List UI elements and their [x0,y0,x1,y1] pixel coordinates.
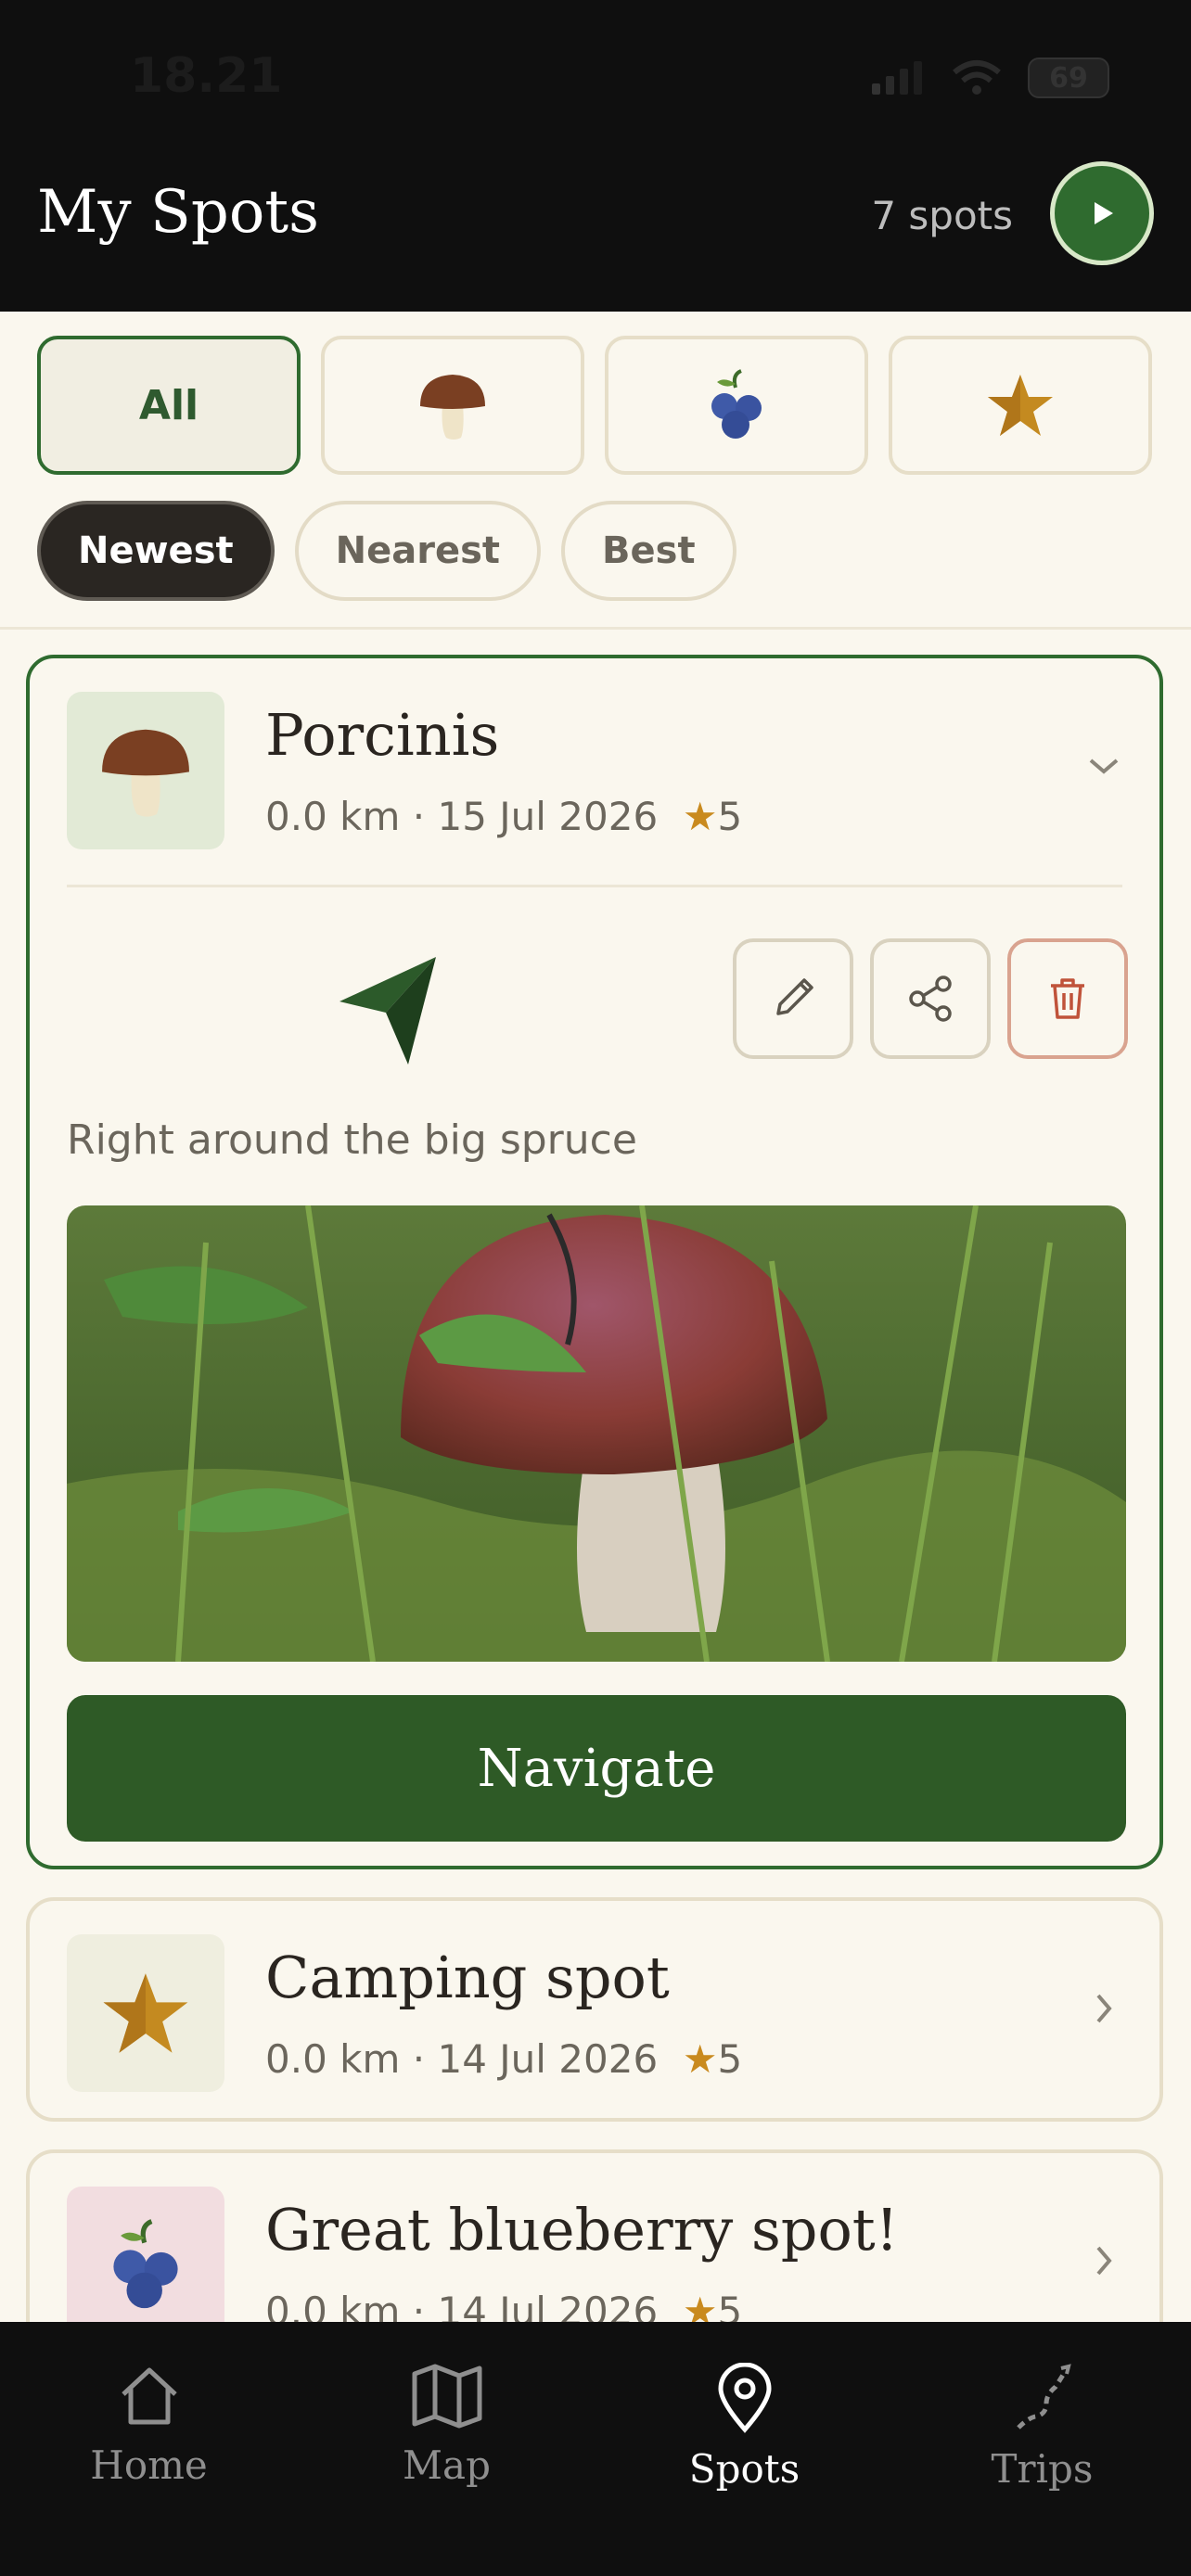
trail-icon [1016,2364,1071,2429]
spot-card-camping[interactable]: Camping spot 0.0 km · 14 Jul 2026 ★5 [26,1897,1163,2122]
card-separator [67,885,1122,887]
spot-meta: 0.0 km · 14 Jul 2026 ★5 [265,2036,742,2082]
divider [0,627,1191,630]
chevron-right-icon[interactable] [1085,2242,1122,2279]
tab-trips-label: Trips [991,2446,1094,2492]
tab-trips[interactable]: Trips [893,2322,1191,2576]
battery-indicator: 69 [1028,57,1109,98]
page-title: My Spots [37,178,319,247]
blueberry-icon [113,2219,178,2309]
filter-all[interactable]: All [37,336,301,475]
bottom-tab-bar: Home Map Spots Trips [0,2322,1191,2576]
spot-meta: 0.0 km · 15 Jul 2026 ★5 [265,794,742,839]
spot-rating: 5 [717,794,743,839]
sort-nearest[interactable]: Nearest [294,501,542,601]
star-icon [988,375,1053,436]
spot-count: 7 spots [871,193,1013,238]
tab-home-label: Home [90,2442,208,2488]
filter-all-label: All [138,381,199,429]
meta-separator: · [412,794,426,839]
spot-date: 14 Jul 2026 [437,2036,659,2082]
play-button[interactable] [1050,161,1154,265]
filter-blueberry[interactable] [605,336,868,475]
spot-title: Porcinis [265,701,500,769]
mushroom-icon [420,375,485,440]
chevron-down-icon[interactable] [1085,747,1122,784]
signal-icon [872,61,922,95]
share-icon [909,976,952,1022]
category-filters: All [37,336,1152,475]
spot-card-porcinis[interactable]: Porcinis 0.0 km · 15 Jul 2026 ★5 Right a… [26,655,1163,1869]
map-icon [412,2364,481,2429]
navigate-button[interactable]: Navigate [67,1695,1126,1842]
trash-icon [1051,978,1084,1019]
tab-map-label: Map [403,2442,491,2488]
spot-date: 15 Jul 2026 [437,794,659,839]
spot-thumbnail [67,692,224,849]
rating-star-icon: ★ [682,794,718,839]
wifi-icon [953,60,1001,95]
spot-thumbnail [67,2187,224,2344]
edit-button[interactable] [733,938,853,1059]
home-icon [121,2367,177,2425]
filter-star[interactable] [889,336,1152,475]
mushroom-icon [102,729,189,817]
sort-newest[interactable]: Newest [37,501,275,601]
spot-photo[interactable] [67,1205,1126,1662]
blueberry-icon [711,369,762,439]
spot-note: Right around the big spruce [67,1116,637,1164]
sort-best[interactable]: Best [561,501,736,601]
meta-separator: · [412,2036,426,2082]
rating-star-icon: ★ [682,2036,718,2082]
tab-map[interactable]: Map [298,2322,596,2576]
delete-button[interactable] [1007,938,1128,1059]
status-icons: 69 [870,57,1109,98]
pin-icon [717,2363,772,2433]
pencil-icon [776,978,813,1015]
play-icon [1095,202,1113,224]
star-icon [103,1973,188,2053]
spot-title: Great blueberry spot! [265,2196,899,2264]
spot-rating: 5 [717,2036,743,2082]
tab-home[interactable]: Home [0,2322,298,2576]
filter-mushroom[interactable] [321,336,584,475]
spot-distance: 0.0 km [265,794,401,839]
sort-options: Newest Nearest Best [37,501,736,601]
spot-title: Camping spot [265,1944,670,2011]
chevron-right-icon[interactable] [1085,1990,1122,2027]
spot-thumbnail [67,1934,224,2092]
app-header: 18.21 69 My Spots 7 spots [0,0,1191,312]
spot-distance: 0.0 km [265,2036,401,2082]
tab-spots-label: Spots [688,2446,800,2492]
share-button[interactable] [870,938,991,1059]
tab-spots[interactable]: Spots [596,2322,893,2576]
mushroom-photo [67,1205,1126,1662]
direction-arrow-icon [339,957,436,1065]
status-time: 18.21 [130,48,283,104]
